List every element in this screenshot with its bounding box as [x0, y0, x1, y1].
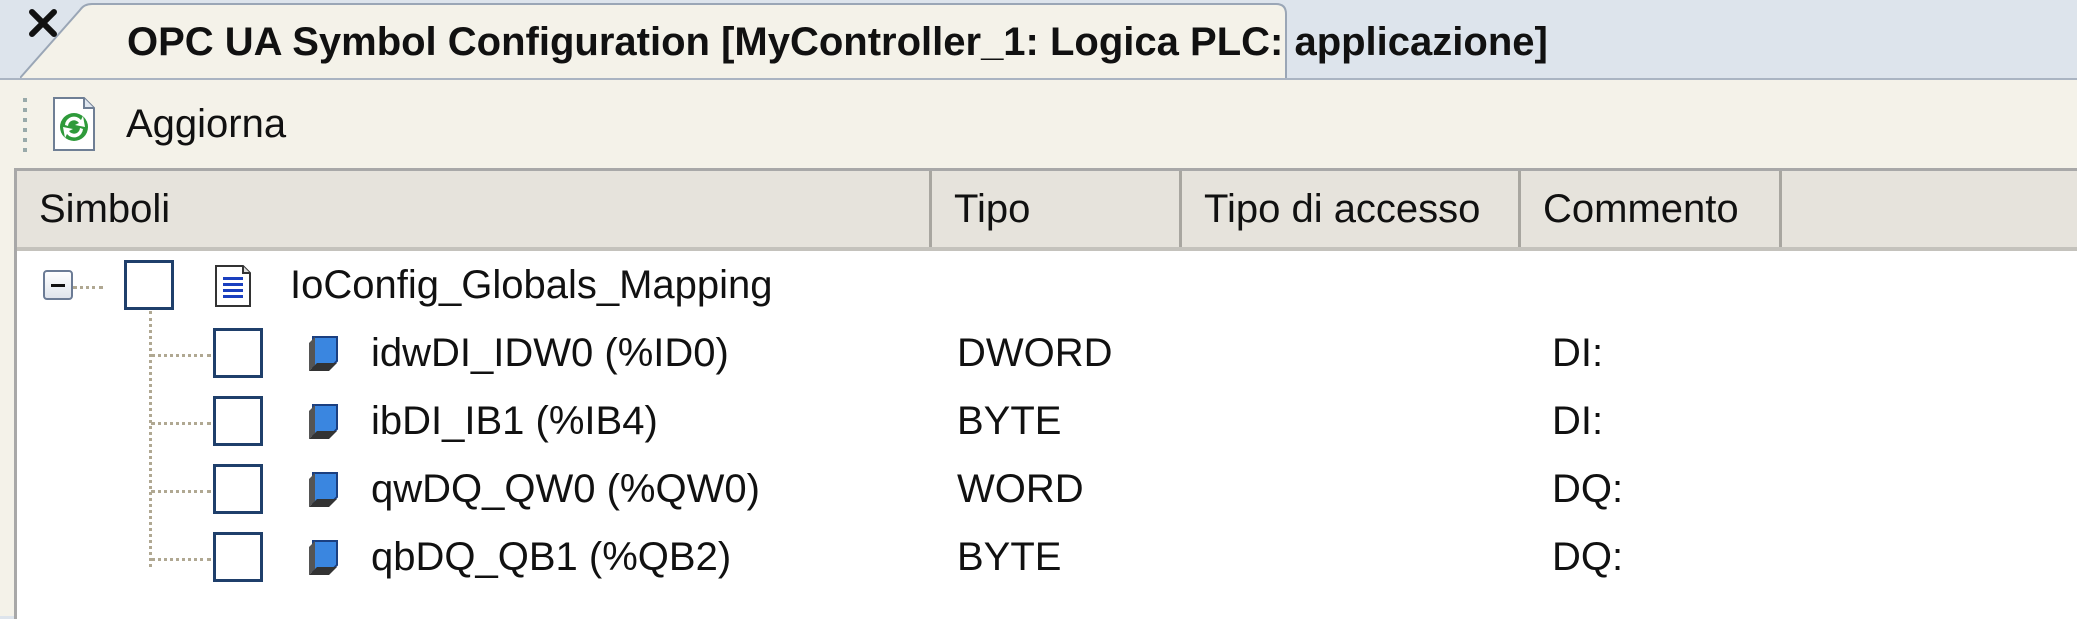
- row-checkbox[interactable]: [213, 532, 263, 582]
- symbol-type: BYTE: [957, 399, 1062, 443]
- refresh-button-label: Aggiorna: [126, 101, 287, 146]
- table-row[interactable]: qwDQ_QW0 (%QW0) WORD DQ:: [17, 455, 2077, 523]
- column-header-comment[interactable]: Commento: [1521, 171, 1782, 247]
- root-label: IoConfig_Globals_Mapping: [290, 263, 773, 307]
- symbol-type: DWORD: [957, 331, 1113, 375]
- document-icon: [215, 265, 251, 307]
- editor-panel: Aggiorna Simboli Tipo Tipo di accesso Co…: [0, 78, 2077, 619]
- tree-connector: [151, 490, 211, 493]
- tree-connector: [151, 422, 211, 425]
- table-row-root[interactable]: IoConfig_Globals_Mapping: [17, 251, 2077, 319]
- column-header-symbols[interactable]: Simboli: [17, 171, 932, 247]
- tab-title: OPC UA Symbol Configuration [MyControlle…: [127, 20, 1548, 64]
- symbol-comment: DI:: [1552, 331, 1604, 375]
- toolbar-grip-icon[interactable]: [22, 98, 28, 154]
- collapse-icon[interactable]: [43, 270, 73, 300]
- symbol-comment: DQ:: [1552, 535, 1624, 579]
- row-checkbox[interactable]: [213, 328, 263, 378]
- toolbar: Aggiorna: [0, 80, 2077, 166]
- column-header-access-type[interactable]: Tipo di accesso: [1182, 171, 1521, 247]
- close-icon[interactable]: [20, 0, 66, 46]
- tab-strip: OPC UA Symbol Configuration [MyControlle…: [0, 0, 2077, 80]
- symbol-type: BYTE: [957, 535, 1062, 579]
- variable-icon: [309, 404, 338, 439]
- row-checkbox[interactable]: [213, 396, 263, 446]
- refresh-icon: [53, 97, 95, 151]
- symbol-type: WORD: [957, 467, 1084, 511]
- symbol-name: ibDI_IB1 (%IB4): [371, 399, 658, 443]
- symbols-table: Simboli Tipo Tipo di accesso Commento Io…: [14, 168, 2077, 619]
- tree-connector: [151, 558, 211, 561]
- symbol-comment: DQ:: [1552, 467, 1624, 511]
- root-checkbox[interactable]: [124, 260, 174, 310]
- symbol-name: qbDQ_QB1 (%QB2): [371, 535, 732, 579]
- symbol-name: idwDI_IDW0 (%ID0): [371, 331, 729, 375]
- refresh-button[interactable]: Aggiorna: [50, 92, 286, 156]
- symbol-comment: DI:: [1552, 399, 1604, 443]
- table-row[interactable]: ibDI_IB1 (%IB4) BYTE DI:: [17, 387, 2077, 455]
- column-header-type[interactable]: Tipo: [932, 171, 1182, 247]
- variable-icon: [309, 472, 338, 507]
- variable-icon: [309, 540, 338, 575]
- symbol-name: qwDQ_QW0 (%QW0): [371, 467, 760, 511]
- variable-icon: [309, 336, 338, 371]
- row-checkbox[interactable]: [213, 464, 263, 514]
- table-row[interactable]: idwDI_IDW0 (%ID0) DWORD DI:: [17, 319, 2077, 387]
- editor-tab[interactable]: OPC UA Symbol Configuration [MyControlle…: [20, 0, 1706, 80]
- tree-connector: [151, 354, 211, 357]
- table-header: Simboli Tipo Tipo di accesso Commento: [17, 171, 2077, 251]
- table-row[interactable]: qbDQ_QB1 (%QB2) BYTE DQ:: [17, 523, 2077, 591]
